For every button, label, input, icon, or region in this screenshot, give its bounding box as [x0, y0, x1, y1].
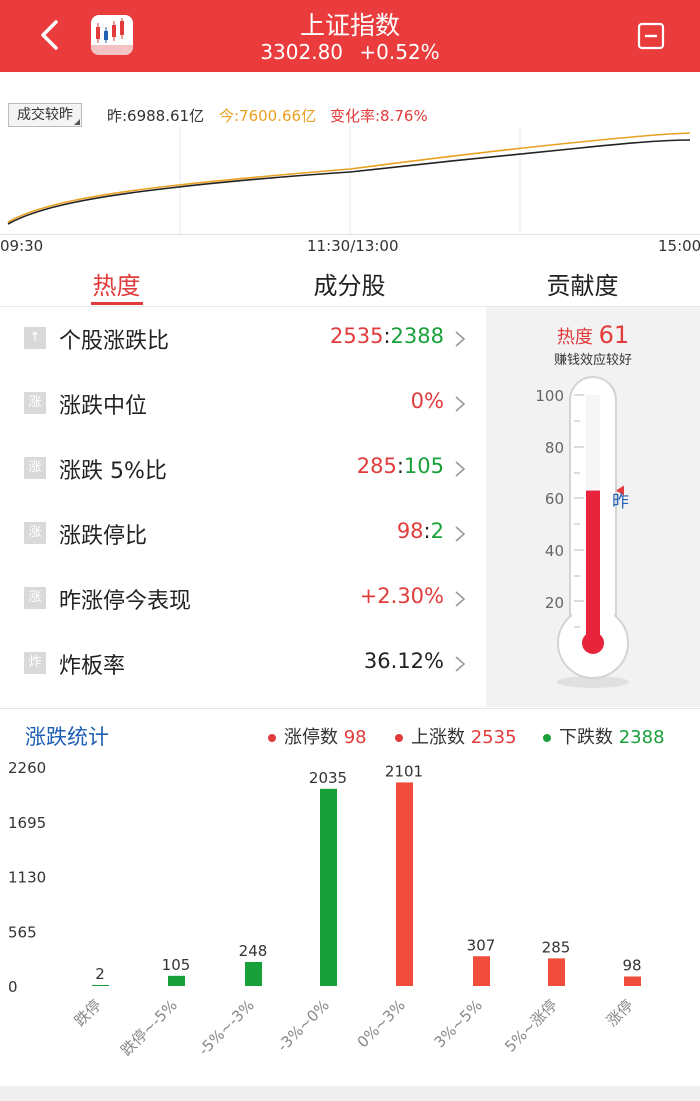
chevron-right-icon	[455, 461, 466, 477]
rise-fall-icon: 涨	[24, 587, 46, 609]
row-label: 个股涨跌比	[59, 329, 170, 354]
bar-value-label: 2035	[309, 769, 347, 787]
x-tick-label: 5%~涨停	[501, 996, 561, 1056]
time-label-end: 15:00	[658, 237, 700, 255]
index-price: 3302.80	[260, 40, 344, 64]
volume-line-yesterday	[7, 139, 691, 225]
row-value: 98:2	[396, 519, 444, 543]
bar-value-label: 2101	[385, 762, 423, 780]
index-change: +0.52%	[359, 40, 440, 64]
time-label-mid: 11:30/13:00	[307, 237, 399, 255]
volume-selector-label: 成交较昨	[17, 107, 73, 123]
row-label: 涨跌停比	[59, 524, 148, 549]
bar--3%~0%	[320, 788, 337, 986]
row-value: 285:105	[356, 454, 444, 478]
bar-value-label: 307	[467, 936, 496, 954]
active-tab-indicator	[91, 302, 143, 305]
chevron-right-icon	[455, 656, 466, 672]
time-label-start: 09:30	[0, 237, 44, 255]
y-tick-label: 565	[8, 923, 37, 941]
volume-compare-selector[interactable]: 成交较昨	[8, 103, 82, 127]
y-tick-label: 2260	[8, 759, 46, 777]
heat-indicator-list: ↑ 个股涨跌比 2535:2388 涨 涨跌中位 0% 涨 涨跌 5%比 285…	[0, 307, 486, 707]
page-title: 上证指数	[299, 11, 400, 40]
y-tick-label: 1695	[8, 814, 46, 832]
legend-dot-icon	[543, 734, 551, 742]
rise-fall-icon: 涨	[24, 522, 46, 544]
list-item-five-percent-ratio[interactable]: 涨 涨跌 5%比 285:105	[0, 437, 486, 502]
x-tick-label: 跌停	[71, 996, 105, 1030]
list-item-limit-ratio[interactable]: 涨 涨跌停比 98:2	[0, 502, 486, 567]
x-tick-label: -3%~0%	[274, 996, 333, 1055]
bar-5%~涨停	[548, 958, 565, 986]
app-header: 上证指数 3302.80 +0.52%	[0, 0, 700, 72]
bar-value-label: 285	[542, 938, 571, 956]
x-tick-label: 3%~5%	[431, 996, 486, 1051]
row-label: 昨涨停今表现	[59, 589, 192, 614]
bar--5%~-3%	[245, 961, 262, 986]
chevron-right-icon	[455, 591, 466, 607]
row-value: 2535:2388	[330, 324, 444, 348]
minimize-icon[interactable]	[637, 22, 665, 50]
bar-value-label: 2	[95, 965, 105, 983]
row-value: 36.12%	[363, 649, 444, 673]
heat-thermometer-panel: 热度 61 赚钱效应较好 100 80 60 40 20 昨	[486, 307, 700, 707]
list-item-median-change[interactable]: 涨 涨跌中位 0%	[0, 372, 486, 437]
dropdown-corner-icon	[74, 119, 80, 125]
x-tick-label: 涨停	[603, 996, 637, 1030]
x-tick-label: 跌停~-5%	[117, 996, 180, 1059]
stats-header: 涨跌统计 涨停数 98 上涨数 2535 下跌数 2388	[0, 708, 700, 757]
legend-dot-icon	[395, 734, 403, 742]
row-label: 涨跌 5%比	[59, 459, 167, 484]
up-arrow-icon: ↑	[24, 327, 46, 349]
legend-dot-icon	[268, 734, 276, 742]
list-item-yesterday-limit-performance[interactable]: 涨 昨涨停今表现 +2.30%	[0, 567, 486, 632]
row-value: +2.30%	[359, 584, 444, 608]
burst-icon: 炸	[24, 652, 46, 674]
tab-constituents[interactable]: 成分股	[233, 266, 466, 301]
chevron-right-icon	[455, 331, 466, 347]
legend-limit-up: 涨停数 98	[268, 723, 367, 749]
bar-value-label: 98	[622, 957, 641, 975]
index-quote: 3302.80 +0.52%	[0, 40, 700, 64]
bar-跌停	[92, 985, 109, 986]
list-item-burst-rate[interactable]: 炸 炸板率 36.12%	[0, 632, 486, 697]
y-tick-label: 1130	[8, 869, 46, 887]
volume-line-chart	[0, 126, 700, 235]
rise-fall-icon: 涨	[24, 392, 46, 414]
tab-bar: 热度 成分股 贡献度	[0, 260, 700, 307]
yesterday-label: 昨	[612, 492, 629, 512]
bar-3%~5%	[473, 956, 490, 986]
bar-value-label: 248	[239, 942, 268, 960]
volume-change-rate: 变化率:8.76%	[330, 107, 428, 125]
bar-跌停~-5%	[168, 975, 185, 986]
thermometer-fill	[586, 490, 600, 640]
tab-heat[interactable]: 热度	[0, 266, 233, 301]
legend-fall: 下跌数 2388	[543, 723, 665, 749]
list-item-rise-fall-ratio[interactable]: ↑ 个股涨跌比 2535:2388	[0, 307, 486, 372]
legend-rise: 上涨数 2535	[395, 723, 517, 749]
bar-0%~3%	[396, 782, 413, 986]
volume-today: 今:7600.66亿	[219, 107, 317, 125]
row-label: 涨跌中位	[59, 394, 148, 419]
tab-contribution[interactable]: 贡献度	[466, 266, 699, 301]
volume-line-today	[7, 132, 691, 223]
chevron-right-icon	[455, 396, 466, 412]
x-tick-label: 0%~3%	[354, 996, 409, 1051]
y-tick-label: 0	[8, 978, 18, 996]
row-value: 0%	[410, 389, 444, 413]
volume-yesterday: 昨:6988.61亿	[107, 107, 205, 125]
bar-value-label: 105	[162, 956, 191, 974]
thermometer-icon	[557, 376, 629, 688]
rise-fall-icon: 涨	[24, 457, 46, 479]
row-label: 炸板率	[59, 654, 126, 679]
bar-涨停	[624, 976, 641, 986]
stats-title: 涨跌统计	[25, 725, 109, 749]
footer-strip	[0, 1086, 700, 1101]
rise-fall-bar-chart: 2260 1695 1130 565 0 2 跌停 105 跌停~-5% 248 -5%~-3% 20…	[8, 759, 642, 1060]
chevron-right-icon	[455, 526, 466, 542]
volume-compare-panel: 成交较昨 昨:6988.61亿 今:7600.66亿 变化率:8.76% 09:…	[0, 72, 700, 260]
x-tick-label: -5%~-3%	[195, 996, 258, 1059]
